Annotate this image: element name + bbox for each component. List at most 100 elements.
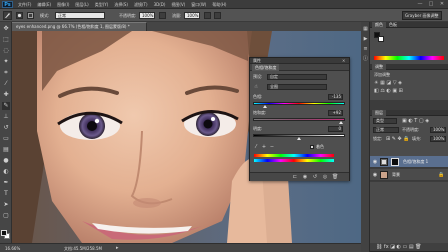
lock-icon: 🔒 (438, 172, 445, 178)
eye-icon[interactable]: ◉ (372, 172, 378, 178)
airbrush-icon[interactable] (204, 12, 211, 19)
brush-panel-icon[interactable] (27, 12, 34, 19)
hue-slider-thumb[interactable] (262, 105, 267, 108)
crop-tool[interactable]: ⌗ (2, 69, 10, 77)
move-tool[interactable]: ✥ (2, 25, 10, 33)
document-tab[interactable]: eyes enhanced.png @ 66.7% (色相/饱和度 1, 图层蒙… (12, 22, 147, 31)
pressure-size-icon[interactable] (214, 12, 221, 19)
saturation-value[interactable]: +92 (328, 110, 343, 116)
dodge-icon: ◐ (3, 168, 9, 175)
colorize-checkbox[interactable] (310, 145, 314, 149)
shape-tool[interactable]: ▢ (2, 212, 10, 220)
actions-icon[interactable]: ▶ (362, 36, 369, 43)
spectrum-bar-bottom (254, 159, 334, 162)
menu-help[interactable]: 帮助(H) (212, 1, 226, 8)
layer-row-hue-saturation[interactable]: ◉ 色相/饱和度 1 (370, 156, 448, 168)
eye-icon[interactable]: ◉ (372, 159, 378, 165)
lock-icons[interactable]: ⊞ ✎ ✥ 🔒 (386, 136, 410, 142)
tab-hue-saturation[interactable]: 色相/饱和度 (252, 64, 280, 71)
arrow-icon: ➤ (3, 201, 9, 208)
layer-name: 色相/饱和度 1 (403, 159, 429, 164)
marquee-icon: ⬚ (3, 36, 9, 43)
lightness-label: 明度: (253, 126, 263, 131)
adjustment-icons-row2[interactable]: ◧ ⚖ ◐ ▣ ⊞ (374, 88, 403, 94)
menu-window[interactable]: 窗口(W) (191, 1, 206, 8)
layer-opacity-field[interactable]: 100% (430, 127, 446, 133)
mode-select[interactable]: 正常 (55, 12, 105, 19)
layers-empty-area (370, 182, 448, 243)
preset-select[interactable]: 自定 (267, 74, 327, 80)
close-button[interactable]: ✕ (439, 1, 445, 7)
lightness-slider-thumb[interactable] (297, 137, 301, 140)
menu-3d[interactable]: 3D(D) (154, 1, 166, 8)
history-brush-tool[interactable]: ↺ (2, 124, 10, 132)
lightness-value[interactable]: 0 (328, 126, 343, 132)
brush-preset-icon[interactable] (3, 11, 12, 20)
maximize-button[interactable]: □ (428, 1, 434, 7)
brush-tool[interactable]: ✎ (2, 102, 10, 110)
eyedropper-icon[interactable]: ⁄ (253, 144, 259, 150)
pressure-opacity-icon[interactable] (159, 12, 166, 19)
dodge-tool[interactable]: ◐ (2, 168, 10, 176)
menu-edit[interactable]: 编辑(E) (37, 1, 51, 8)
hue-label: 色相: (253, 94, 263, 99)
zoom-level[interactable]: 16.66% (5, 245, 20, 252)
eyedropper-minus-icon[interactable]: − (269, 144, 275, 150)
fill-field[interactable]: 100% (430, 136, 446, 142)
history-icon[interactable]: ▦ (362, 26, 369, 33)
color-bg-chip[interactable] (378, 36, 384, 42)
path-select-tool[interactable]: ➤ (2, 201, 10, 209)
info-icon[interactable]: ⓘ (362, 56, 369, 63)
workspace-select[interactable]: Grayber 画像调整 (402, 11, 442, 20)
opacity-field[interactable]: 100% (139, 12, 155, 19)
filter-icons[interactable]: ▣ ◐ T ▢ ◈ (402, 118, 429, 124)
type-tool[interactable]: T (2, 190, 10, 198)
eyedropper-plus-icon[interactable]: + (261, 144, 267, 150)
menu-view[interactable]: 视图(V) (171, 1, 185, 8)
lasso-tool[interactable]: ◌ (2, 47, 10, 55)
flow-label: 流量: (172, 13, 182, 18)
chevron-right-icon[interactable]: ▸ (116, 245, 119, 252)
healing-tool[interactable]: ✚ (2, 91, 10, 99)
flow-field[interactable]: 100% (184, 12, 200, 19)
clip-to-layer-icon[interactable]: ⊏ (292, 174, 298, 180)
properties-icon[interactable]: ≡ (362, 46, 369, 53)
blur-tool[interactable]: ● (2, 157, 10, 165)
reset-icon[interactable]: ↺ (312, 174, 318, 180)
channel-select[interactable]: 全图 (267, 84, 327, 90)
tab-bar-empty (147, 22, 361, 31)
menu-type[interactable]: 类型(Y) (95, 1, 109, 8)
menu-file[interactable]: 文件(F) (18, 1, 31, 8)
layer-mask-thumbnail[interactable] (391, 158, 399, 166)
menu-image[interactable]: 图像(I) (57, 1, 69, 8)
layer-filter-select[interactable]: 类型 (373, 118, 397, 124)
blend-mode-select[interactable]: 正常 (373, 127, 399, 133)
clone-stamp-tool[interactable]: ⊥ (2, 113, 10, 121)
gradient-tool[interactable]: ▤ (2, 146, 10, 154)
history-brush-icon: ↺ (3, 124, 9, 131)
hue-value[interactable]: -135 (328, 94, 343, 100)
color-spectrum[interactable] (374, 56, 444, 60)
brush-size-icon[interactable] (16, 12, 23, 19)
menu-filter[interactable]: 滤镜(T) (134, 1, 148, 8)
eyedropper-tool[interactable]: ⁄ (2, 80, 10, 88)
hand-adjust-icon[interactable]: ☝ (253, 84, 259, 90)
minimize-button[interactable]: — (417, 1, 423, 7)
trash-icon[interactable]: 🗑 (332, 174, 338, 180)
eraser-tool[interactable]: ▭ (2, 135, 10, 143)
visibility-icon[interactable]: ◎ (322, 174, 328, 180)
saturation-slider-track[interactable] (253, 118, 345, 121)
layer-row-background[interactable]: ◉ 背景 🔒 (370, 169, 448, 181)
hue-slider-track[interactable] (253, 102, 345, 105)
saturation-slider-thumb[interactable] (339, 121, 344, 124)
quick-select-tool[interactable]: ✦ (2, 58, 10, 66)
view-previous-icon[interactable]: ◉ (302, 174, 308, 180)
adjustment-icons-row1[interactable]: ☀ ▦ ◪ ▽ ◈ (374, 80, 402, 86)
layers-footer-icons[interactable]: ⛓ fx ◪ ◐ ▭ ▤ 🗑 (376, 244, 422, 250)
marquee-tool[interactable]: ⬚ (2, 36, 10, 44)
foreground-color-swatch[interactable] (1, 230, 7, 236)
menu-select[interactable]: 选择(S) (114, 1, 128, 8)
menu-layer[interactable]: 图层(L) (75, 1, 88, 8)
mode-label: 模式: (40, 13, 50, 18)
pen-tool[interactable]: ✒ (2, 179, 10, 187)
